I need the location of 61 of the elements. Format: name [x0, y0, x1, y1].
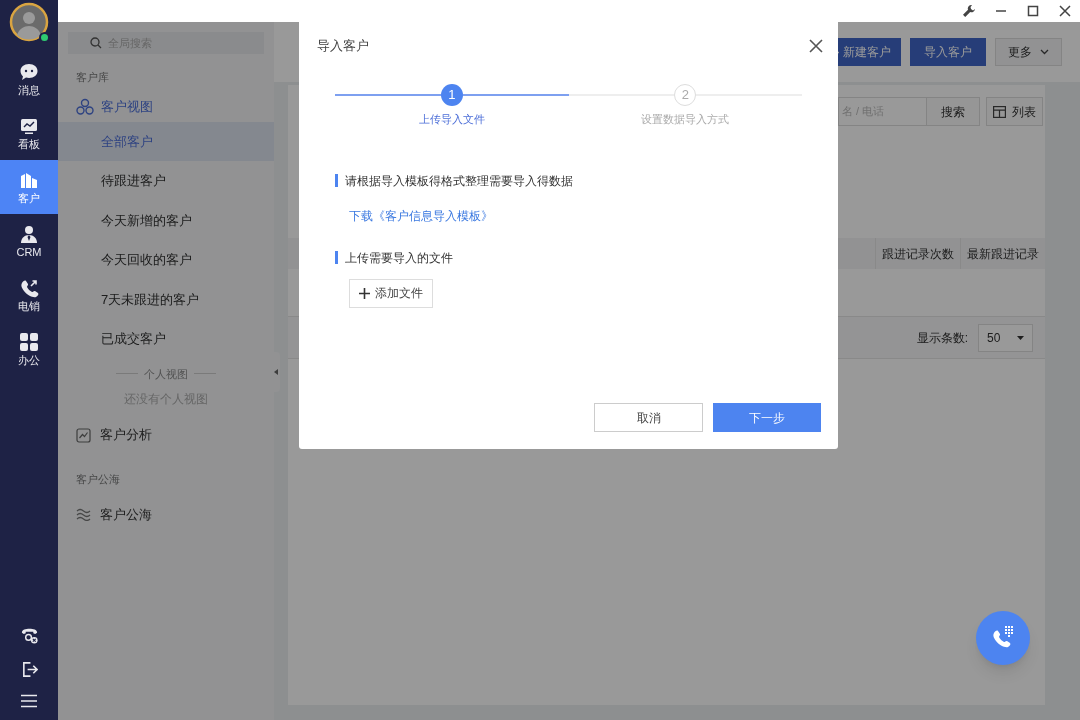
waves-icon	[76, 508, 91, 521]
chevron-down-icon	[1040, 49, 1049, 55]
person-tie-icon	[19, 224, 39, 244]
page-size-select[interactable]: 50	[978, 323, 1033, 352]
circles-icon	[76, 97, 94, 116]
phone-cancel-icon[interactable]	[19, 626, 39, 645]
step-label: 上传导入文件	[418, 112, 485, 127]
import-button[interactable]: 导入客户	[910, 38, 986, 66]
section-heading: 请根据导入模板得格式整理需要导入得数据	[345, 172, 573, 190]
template-download-link[interactable]: 下载《客户信息导入模板》	[349, 208, 493, 223]
sidebar-item[interactable]: 今天新增的客户	[58, 200, 274, 240]
dialog-title: 导入客户	[317, 37, 369, 56]
nav-item[interactable]: 办公	[0, 322, 58, 376]
section-label: 客户库	[75, 70, 110, 85]
chart-board-icon	[19, 116, 39, 136]
nav-item[interactable]: 看板	[0, 106, 58, 160]
nav-item[interactable]: 电销	[0, 268, 58, 322]
plus-icon	[359, 287, 370, 299]
column-header: 跟进记录次数	[875, 238, 960, 269]
next-button[interactable]: 下一步	[713, 403, 821, 432]
close-icon[interactable]	[809, 39, 823, 53]
more-dropdown[interactable]: 更多	[995, 38, 1062, 66]
collapse-handle[interactable]	[272, 352, 280, 392]
wrench-icon[interactable]	[962, 4, 976, 18]
sidebar-item[interactable]: 客户公海	[100, 504, 152, 525]
section-marker	[335, 251, 338, 264]
grid-apps-icon	[19, 332, 39, 352]
column-header: 最新跟进记录	[960, 238, 1045, 269]
step-label: 设置数据导入方式	[641, 112, 730, 127]
cancel-button[interactable]: 取消	[594, 403, 703, 432]
search-button[interactable]: 搜索	[927, 97, 980, 126]
phone-outgoing-icon	[19, 278, 39, 298]
sidebar-item[interactable]: 7天未跟进的客户	[58, 279, 274, 319]
step-number: 2	[674, 84, 697, 106]
sidebar-item[interactable]: 客户分析	[100, 425, 152, 445]
section-heading: 上传需要导入的文件	[345, 249, 453, 267]
trend-chart-icon	[76, 427, 91, 443]
step-number: 1	[440, 84, 463, 106]
list-view-button[interactable]: 列表	[986, 97, 1043, 126]
menu-icon[interactable]	[21, 694, 37, 708]
table-icon	[993, 105, 1006, 118]
nav-item[interactable]: 消息	[0, 52, 58, 106]
section-marker	[335, 174, 338, 187]
section-label: 客户公海	[75, 472, 121, 487]
chat-bubble-icon	[19, 62, 39, 82]
close-icon[interactable]	[1058, 4, 1072, 18]
sidebar-item[interactable]: 今天回收的客户	[58, 240, 274, 280]
sidebar-item[interactable]: 已成交客户	[58, 319, 274, 359]
nav-item[interactable]: CRM	[0, 214, 58, 268]
buildings-icon	[19, 170, 39, 190]
logout-icon[interactable]	[20, 661, 38, 678]
divider-label: 个人视图	[144, 366, 188, 382]
sidebar-item[interactable]: 待跟进客户	[58, 161, 274, 201]
add-file-button[interactable]: 添加文件	[349, 278, 433, 308]
nav-item[interactable]: 客户	[0, 160, 58, 214]
avatar[interactable]	[9, 2, 49, 42]
sidebar-group-title[interactable]: 客户视图	[101, 96, 153, 117]
page-size-label: 显示条数:	[916, 329, 968, 347]
caret-down-icon	[1017, 335, 1024, 340]
maximize-icon[interactable]	[1026, 4, 1040, 18]
search-icon	[90, 37, 102, 49]
